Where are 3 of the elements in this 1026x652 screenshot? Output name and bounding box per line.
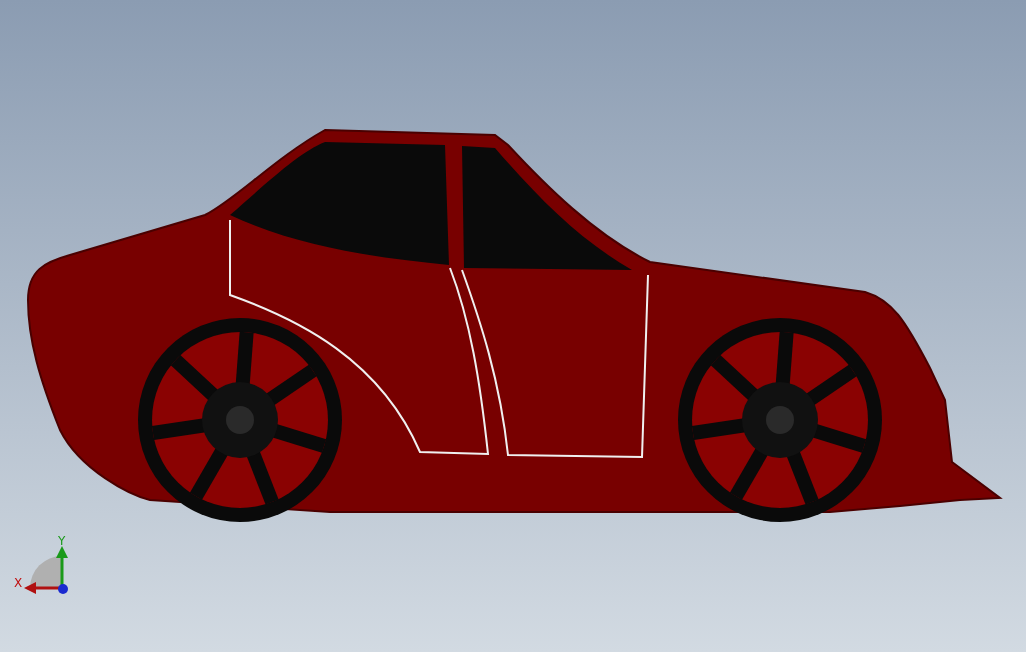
y-axis-label: Y (58, 534, 66, 548)
x-axis-label: X (14, 576, 23, 590)
axis-triad-icon (24, 546, 68, 594)
